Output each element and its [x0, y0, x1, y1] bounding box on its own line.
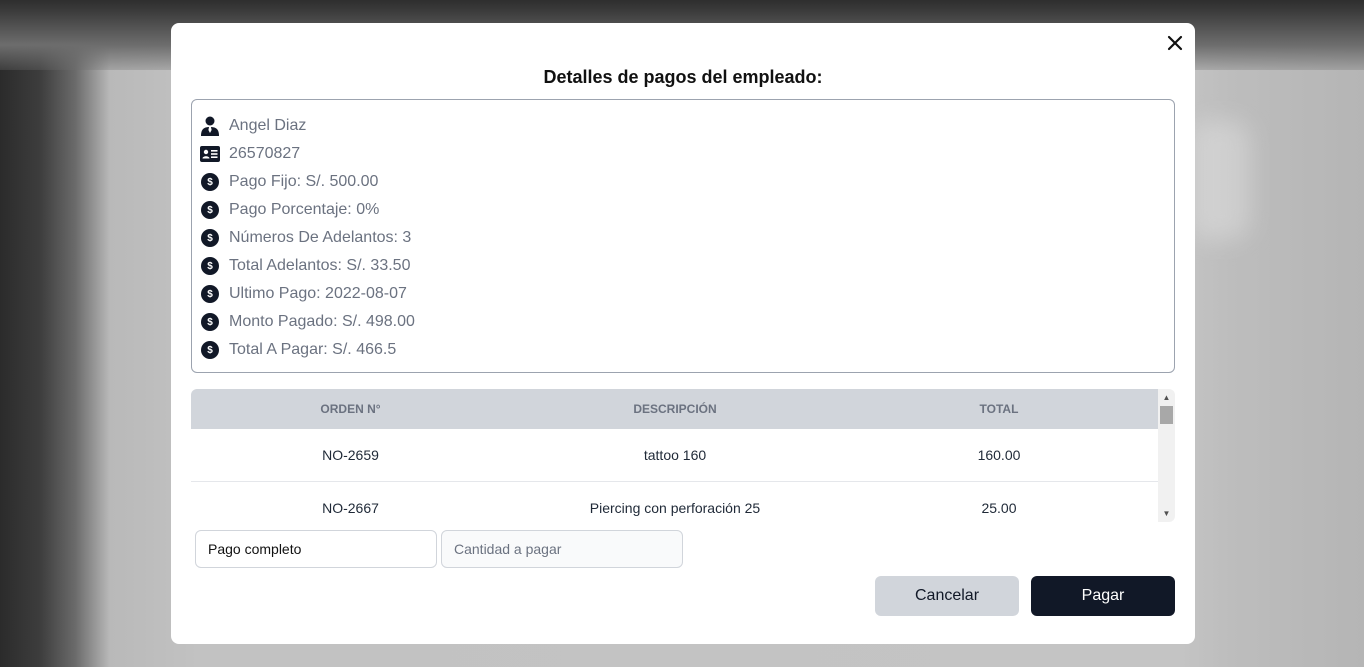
description-cell: Piercing con perforación 25	[589, 500, 761, 516]
table-row: NO-2667 Piercing con perforación 25 25.0…	[191, 482, 1158, 522]
employee-document-row: 26570827	[200, 140, 1174, 168]
column-header-description: DESCRIPCIÓN	[633, 402, 717, 416]
dollar-circle-icon: $	[201, 313, 219, 331]
table-row: NO-2659 tattoo 160 160.00	[191, 429, 1158, 482]
amount-paid-text: Monto Pagado: S/. 498.00	[229, 313, 415, 330]
payment-type-select[interactable]: Pago completo	[195, 530, 437, 568]
column-header-order: ORDEN N°	[320, 402, 381, 416]
dollar-circle-icon: $	[201, 173, 219, 191]
employee-document-id: 26570827	[229, 145, 301, 162]
scroll-thumb[interactable]	[1160, 406, 1173, 424]
advances-count-text: Números De Adelantos: 3	[229, 229, 412, 246]
fixed-pay-text: Pago Fijo: S/. 500.00	[229, 173, 379, 190]
scroll-down-arrow-icon[interactable]: ▼	[1158, 505, 1175, 522]
employee-info-panel: Angel Diaz 26570827 $ Pago Fijo: S/. 500…	[191, 99, 1175, 373]
dollar-circle-icon: $	[201, 229, 219, 247]
percentage-pay-text: Pago Porcentaje: 0%	[229, 201, 380, 218]
total-cell: 160.00	[977, 447, 1021, 463]
orders-table: ORDEN N° DESCRIPCIÓN TOTAL NO-2659 tatto…	[191, 389, 1175, 522]
last-payment-row: $ Ultimo Pago: 2022-08-07	[200, 280, 1174, 308]
advances-count-row: $ Números De Adelantos: 3	[200, 224, 1174, 252]
scroll-up-arrow-icon[interactable]: ▲	[1158, 389, 1175, 406]
close-button[interactable]	[1165, 33, 1185, 53]
percentage-pay-row: $ Pago Porcentaje: 0%	[200, 196, 1174, 224]
table-body: NO-2659 tattoo 160 160.00 NO-2667 Pierci…	[191, 429, 1158, 522]
modal-title: Detalles de pagos del empleado:	[543, 67, 823, 87]
advances-total-text: Total Adelantos: S/. 33.50	[229, 257, 411, 274]
payment-form: Pago completo	[195, 530, 683, 568]
dollar-circle-icon: $	[201, 341, 219, 359]
dollar-circle-icon: $	[201, 285, 219, 303]
advances-total-row: $ Total Adelantos: S/. 33.50	[200, 252, 1174, 280]
close-icon	[1167, 35, 1183, 51]
total-to-pay-row: $ Total A Pagar: S/. 466.5	[200, 336, 1174, 364]
column-header-total: TOTAL	[979, 402, 1019, 416]
table-header: ORDEN N° DESCRIPCIÓN TOTAL	[191, 389, 1158, 429]
employee-payment-modal: Detalles de pagos del empleado: Angel Di…	[171, 23, 1195, 644]
id-card-icon	[200, 144, 220, 164]
fixed-pay-row: $ Pago Fijo: S/. 500.00	[200, 168, 1174, 196]
last-payment-text: Ultimo Pago: 2022-08-07	[229, 285, 407, 302]
description-cell: tattoo 160	[643, 447, 707, 463]
order-number-cell: NO-2659	[322, 447, 379, 463]
table-scrollbar[interactable]: ▲ ▼	[1158, 389, 1175, 522]
employee-name: Angel Diaz	[229, 117, 307, 134]
dollar-circle-icon: $	[201, 257, 219, 275]
dollar-circle-icon: $	[201, 201, 219, 219]
employee-name-row: Angel Diaz	[200, 112, 1174, 140]
user-tie-icon	[200, 116, 220, 136]
pay-button[interactable]: Pagar	[1031, 576, 1175, 616]
amount-to-pay-input[interactable]	[441, 530, 683, 568]
cancel-button[interactable]: Cancelar	[875, 576, 1019, 616]
amount-paid-row: $ Monto Pagado: S/. 498.00	[200, 308, 1174, 336]
total-to-pay-text: Total A Pagar: S/. 466.5	[229, 341, 397, 358]
order-number-cell: NO-2667	[322, 500, 379, 516]
total-cell: 25.00	[981, 500, 1017, 516]
